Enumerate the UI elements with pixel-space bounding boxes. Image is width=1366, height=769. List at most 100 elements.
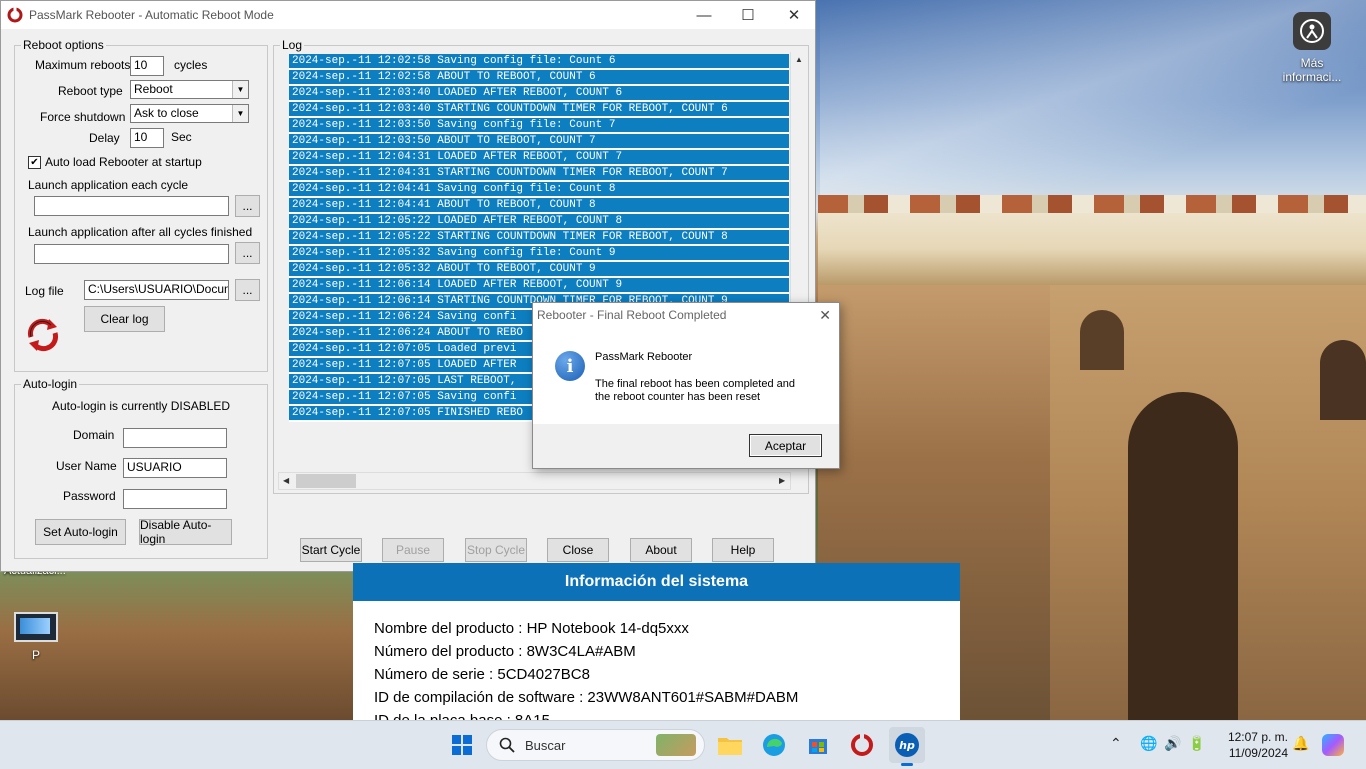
hp-app-taskbar-icon[interactable]: hp — [889, 727, 925, 766]
stop-cycle-button[interactable]: Stop Cycle — [465, 538, 527, 562]
information-icon: i — [555, 351, 585, 381]
edge-browser-icon[interactable] — [761, 732, 787, 758]
dialog-close-button[interactable]: ✕ — [819, 307, 831, 324]
log-line[interactable]: 2024-sep.-11 12:05:22 STARTING COUNTDOWN… — [289, 230, 789, 246]
launch-each-browse-button[interactable]: ... — [235, 195, 260, 217]
delay-input[interactable]: 10 — [130, 128, 164, 148]
file-explorer-icon[interactable] — [717, 732, 743, 758]
rebooter-window: PassMark Rebooter - Automatic Reboot Mod… — [0, 0, 816, 572]
microsoft-store-icon[interactable] — [805, 732, 831, 758]
log-line[interactable]: 2024-sep.-11 12:05:22 LOADED AFTER REBOO… — [289, 214, 789, 230]
force-shutdown-select[interactable]: Ask to close ▼ — [130, 104, 249, 123]
desktop-icon-p[interactable]: P — [12, 612, 60, 662]
system-info-panel: Información del sistema Nombre del produ… — [353, 563, 960, 720]
user-name-input[interactable]: USUARIO — [123, 458, 227, 478]
reboot-type-select[interactable]: Reboot ▼ — [130, 80, 249, 99]
copilot-icon[interactable] — [1322, 734, 1344, 756]
system-info-title: Información del sistema — [353, 563, 960, 601]
clock-date: 11/09/2024 — [1228, 746, 1288, 760]
log-line[interactable]: 2024-sep.-11 12:03:40 STARTING COUNTDOWN… — [289, 102, 789, 118]
scroll-up-arrow-icon[interactable]: ▲ — [795, 55, 803, 64]
final-reboot-dialog: Rebooter - Final Reboot Completed ✕ i Pa… — [532, 302, 840, 469]
wallpaper-bridge-arch — [1080, 310, 1124, 370]
log-line[interactable]: 2024-sep.-11 12:04:31 STARTING COUNTDOWN… — [289, 166, 789, 182]
help-button[interactable]: Help — [712, 538, 774, 562]
system-info-row: Nombre del producto : HP Notebook 14-dq5… — [374, 620, 689, 637]
launch-after-browse-button[interactable]: ... — [235, 242, 260, 264]
rebooter-logo-icon — [27, 318, 59, 352]
log-line[interactable]: 2024-sep.-11 12:02:58 Saving config file… — [289, 54, 789, 70]
title-bar[interactable]: PassMark Rebooter - Automatic Reboot Mod… — [1, 1, 815, 29]
launch-after-label: Launch application after all cycles fini… — [28, 225, 253, 239]
dropdown-arrow-icon: ▼ — [232, 81, 248, 98]
dialog-message-line2: the reboot counter has been reset — [595, 391, 761, 403]
reboot-type-label: Reboot type — [58, 84, 123, 98]
taskbar-clock[interactable]: 12:07 p. m. 11/09/2024 — [1216, 729, 1288, 761]
force-shutdown-label: Force shutdown — [40, 110, 126, 124]
dialog-ok-button[interactable]: Aceptar — [749, 434, 822, 457]
taskbar: Buscar hp ⌃ 🌐 🔊 🔋 12:07 p. m. 11/09/2024… — [0, 720, 1366, 769]
log-line[interactable]: 2024-sep.-11 12:04:41 Saving config file… — [289, 182, 789, 198]
log-line[interactable]: 2024-sep.-11 12:03:50 ABOUT TO REBOOT, C… — [289, 134, 789, 150]
disable-autologin-button[interactable]: Disable Auto-login — [139, 518, 232, 546]
search-highlight-icon — [656, 734, 696, 756]
log-line[interactable]: 2024-sep.-11 12:04:31 LOADED AFTER REBOO… — [289, 150, 789, 166]
password-input[interactable] — [123, 489, 227, 509]
desktop-icon-label: Más — [1300, 56, 1324, 70]
dialog-message-line1: The final reboot has been completed and — [595, 378, 795, 390]
domain-input[interactable] — [123, 428, 227, 448]
logfile-browse-button[interactable]: ... — [235, 279, 260, 301]
minimize-button[interactable]: — — [681, 1, 727, 29]
group-caption: Auto-login — [21, 377, 80, 391]
system-info-row: Número de serie : 5CD4027BC8 — [374, 666, 590, 683]
about-button[interactable]: About — [630, 538, 692, 562]
log-line[interactable]: 2024-sep.-11 12:04:41 ABOUT TO REBOOT, C… — [289, 198, 789, 214]
taskbar-search-box[interactable]: Buscar — [486, 729, 705, 761]
clock-time: 12:07 p. m. — [1227, 730, 1288, 744]
log-horizontal-scrollbar[interactable]: ◀ ▶ — [278, 472, 791, 490]
desktop-icon-more-info[interactable]: Más informaci... — [1280, 12, 1344, 84]
scroll-right-arrow-icon[interactable]: ▶ — [779, 476, 785, 485]
password-label: Password — [63, 489, 116, 503]
log-line[interactable]: 2024-sep.-11 12:03:40 LOADED AFTER REBOO… — [289, 86, 789, 102]
system-info-row: ID de la placa base : 8A15 — [374, 712, 550, 720]
launch-each-input[interactable] — [34, 196, 229, 216]
user-name-label: User Name — [56, 459, 117, 473]
log-line[interactable]: 2024-sep.-11 12:02:58 ABOUT TO REBOOT, C… — [289, 70, 789, 86]
search-icon — [499, 737, 515, 753]
notification-bell-icon[interactable]: 🔔 — [1292, 735, 1309, 752]
volume-icon[interactable]: 🔊 — [1164, 735, 1181, 752]
system-info-row: Número del producto : 8W3C4LA#ABM — [374, 643, 636, 660]
max-reboots-input[interactable]: 10 — [130, 56, 164, 76]
logfile-input[interactable]: C:\Users\USUARIO\Documents — [84, 280, 229, 300]
dialog-title-bar[interactable]: Rebooter - Final Reboot Completed ✕ — [533, 303, 839, 327]
close-button[interactable]: Close — [547, 538, 609, 562]
log-line[interactable]: 2024-sep.-11 12:06:14 LOADED AFTER REBOO… — [289, 278, 789, 294]
close-window-button[interactable]: ✕ — [771, 1, 817, 29]
scroll-left-arrow-icon[interactable]: ◀ — [283, 476, 289, 485]
pause-button[interactable]: Pause — [382, 538, 444, 562]
autologin-status: Auto-login is currently DISABLED — [52, 399, 231, 413]
clear-log-button[interactable]: Clear log — [84, 306, 165, 332]
network-globe-icon[interactable]: 🌐 — [1140, 735, 1157, 752]
start-cycle-button[interactable]: Start Cycle — [300, 538, 362, 562]
log-line[interactable]: 2024-sep.-11 12:03:50 Saving config file… — [289, 118, 789, 134]
info-circle-icon — [1293, 12, 1331, 50]
dialog-body: i PassMark Rebooter The final reboot has… — [533, 327, 839, 424]
windows-start-icon[interactable] — [449, 732, 475, 758]
launch-after-input[interactable] — [34, 244, 229, 264]
rebooter-taskbar-icon[interactable] — [849, 732, 875, 758]
desktop-icon-label: P — [31, 648, 40, 662]
battery-icon[interactable]: 🔋 — [1188, 735, 1205, 752]
chevron-up-icon[interactable]: ⌃ — [1110, 735, 1122, 752]
scroll-thumb[interactable] — [296, 474, 356, 488]
domain-label: Domain — [73, 428, 115, 442]
set-autologin-button[interactable]: Set Auto-login — [35, 519, 126, 545]
maximize-button[interactable]: ☐ — [725, 1, 771, 29]
autoload-label: Auto load Rebooter at startup — [45, 155, 202, 169]
dialog-heading: PassMark Rebooter — [595, 351, 693, 363]
wallpaper-bridge-arch — [1128, 392, 1238, 720]
autoload-checkbox[interactable]: ✔ — [28, 156, 41, 169]
log-line[interactable]: 2024-sep.-11 12:05:32 Saving config file… — [289, 246, 789, 262]
log-line[interactable]: 2024-sep.-11 12:05:32 ABOUT TO REBOOT, C… — [289, 262, 789, 278]
